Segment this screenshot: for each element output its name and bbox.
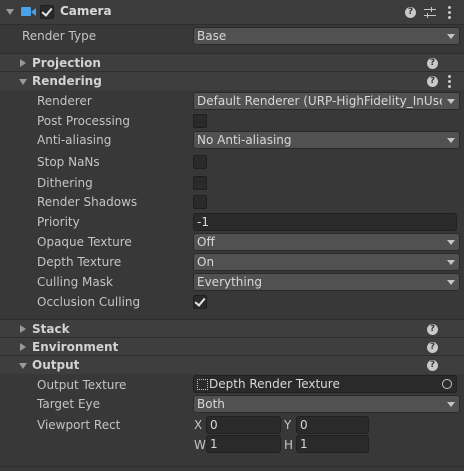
output-texture-value: Depth Render Texture bbox=[209, 377, 340, 391]
chevron-down-icon bbox=[19, 363, 27, 369]
stop-nans-checkbox[interactable] bbox=[193, 155, 207, 169]
chevron-down-icon bbox=[447, 34, 455, 39]
render-type-dropdown[interactable]: Base bbox=[193, 27, 460, 45]
chevron-down-icon bbox=[447, 280, 455, 285]
section-environment[interactable]: Environment ? bbox=[0, 337, 464, 356]
output-texture-label: Output Texture bbox=[37, 378, 127, 392]
occlusion-culling-label: Occlusion Culling bbox=[37, 295, 141, 309]
section-rendering-title: Rendering bbox=[32, 74, 102, 88]
chevron-down-icon bbox=[447, 138, 455, 143]
chevron-right-icon bbox=[20, 59, 26, 67]
chevron-down-icon bbox=[19, 79, 27, 85]
post-processing-checkbox[interactable] bbox=[193, 114, 207, 128]
foldout-arrow-icon[interactable] bbox=[6, 9, 14, 15]
depth-texture-label: Depth Texture bbox=[37, 255, 122, 269]
chevron-right-icon bbox=[20, 325, 26, 333]
section-environment-title: Environment bbox=[32, 340, 119, 354]
camera-icon bbox=[21, 7, 31, 16]
opaque-texture-label: Opaque Texture bbox=[37, 235, 132, 249]
viewport-x-label: X bbox=[194, 418, 203, 432]
chevron-down-icon bbox=[447, 240, 455, 245]
help-icon[interactable]: ? bbox=[427, 76, 438, 87]
section-stack-title: Stack bbox=[32, 322, 70, 336]
help-icon[interactable]: ? bbox=[427, 360, 438, 371]
presets-icon[interactable] bbox=[424, 7, 436, 18]
render-shadows-label: Render Shadows bbox=[37, 195, 138, 209]
stop-nans-label: Stop NaNs bbox=[37, 155, 100, 169]
anti-aliasing-label: Anti-aliasing bbox=[37, 133, 112, 147]
culling-mask-label: Culling Mask bbox=[37, 275, 113, 289]
viewport-h-input[interactable]: 1 bbox=[296, 435, 369, 453]
chevron-down-icon bbox=[447, 99, 455, 104]
section-rendering[interactable]: Rendering ? bbox=[0, 71, 464, 90]
dithering-checkbox[interactable] bbox=[193, 176, 207, 190]
viewport-x-input[interactable]: 0 bbox=[206, 416, 281, 434]
viewport-w-input[interactable]: 1 bbox=[206, 435, 281, 453]
component-title: Camera bbox=[60, 4, 112, 18]
target-eye-dropdown[interactable]: Both bbox=[193, 395, 460, 413]
section-stack[interactable]: Stack ? bbox=[0, 319, 464, 338]
help-icon[interactable]: ? bbox=[427, 324, 438, 335]
render-texture-icon bbox=[197, 379, 208, 390]
priority-input[interactable]: -1 bbox=[193, 213, 457, 231]
viewport-rect-label: Viewport Rect bbox=[37, 418, 121, 432]
render-shadows-checkbox[interactable] bbox=[193, 195, 207, 209]
occlusion-culling-checkbox[interactable] bbox=[193, 295, 207, 309]
component-header: Camera ? bbox=[0, 0, 464, 25]
priority-label: Priority bbox=[37, 215, 80, 229]
post-processing-label: Post Processing bbox=[37, 114, 130, 128]
camera-lens-icon bbox=[31, 8, 36, 16]
section-output-title: Output bbox=[32, 358, 80, 372]
section-projection[interactable]: Projection ? bbox=[0, 53, 464, 72]
opaque-texture-dropdown[interactable]: Off bbox=[193, 233, 460, 251]
culling-mask-dropdown[interactable]: Everything bbox=[193, 273, 460, 291]
help-icon[interactable]: ? bbox=[405, 7, 416, 18]
section-projection-title: Projection bbox=[32, 56, 101, 70]
help-icon[interactable]: ? bbox=[427, 342, 438, 353]
object-picker-icon[interactable] bbox=[442, 379, 452, 389]
section-output[interactable]: Output ? bbox=[0, 355, 464, 374]
chevron-down-icon bbox=[447, 260, 455, 265]
render-type-label: Render Type bbox=[22, 29, 97, 43]
component-enabled-checkbox[interactable] bbox=[40, 5, 54, 19]
renderer-dropdown[interactable]: Default Renderer (URP-HighFidelity_InUse… bbox=[193, 92, 460, 110]
renderer-label: Renderer bbox=[37, 94, 92, 108]
viewport-h-label: H bbox=[284, 438, 294, 452]
more-options-icon[interactable] bbox=[448, 6, 451, 21]
more-options-icon[interactable] bbox=[448, 75, 451, 90]
viewport-y-label: Y bbox=[284, 418, 292, 432]
chevron-down-icon bbox=[447, 402, 455, 407]
depth-texture-dropdown[interactable]: On bbox=[193, 253, 460, 271]
help-icon[interactable]: ? bbox=[427, 58, 438, 69]
viewport-y-input[interactable]: 0 bbox=[296, 416, 369, 434]
target-eye-label: Target Eye bbox=[37, 397, 101, 411]
dithering-label: Dithering bbox=[37, 176, 93, 190]
chevron-right-icon bbox=[20, 343, 26, 351]
bottom-divider bbox=[0, 466, 464, 467]
output-texture-field[interactable]: Depth Render Texture bbox=[193, 375, 457, 393]
viewport-w-label: W bbox=[194, 438, 206, 452]
anti-aliasing-dropdown[interactable]: No Anti-aliasing bbox=[193, 131, 460, 149]
